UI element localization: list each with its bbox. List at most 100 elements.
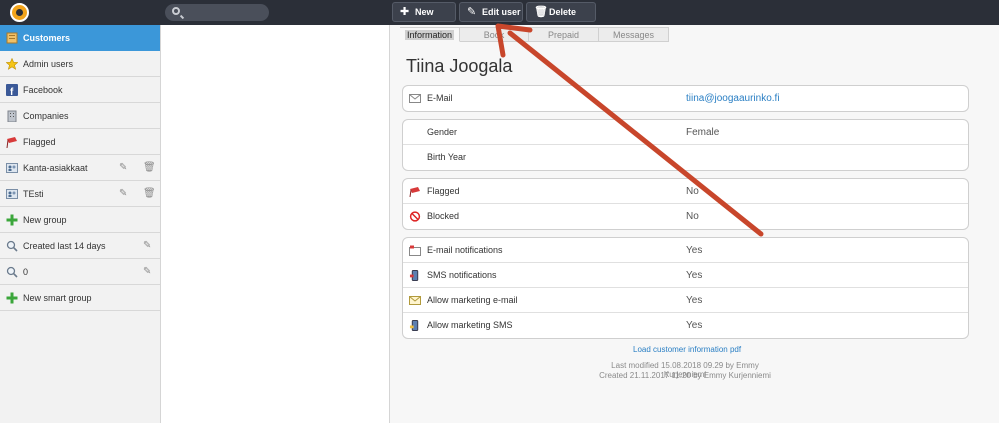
marketing-email-label: Allow marketing e-mail — [427, 295, 518, 305]
sidebar-item-kanta-asiakkaat[interactable]: Kanta-asiakkaat ✎ 🗑 — [0, 155, 160, 181]
tab-label: Messages — [612, 30, 655, 40]
sidebar-item-admin-users[interactable]: Admin users — [0, 51, 160, 77]
status-card: Flagged No Blocked No — [402, 178, 969, 230]
email-notifications-row: E-mail notifications Yes — [403, 238, 968, 263]
sidebar-item-companies[interactable]: Companies — [0, 103, 160, 129]
marketing-email-icon — [409, 296, 421, 305]
sidebar-item-new-group[interactable]: New group — [0, 207, 160, 233]
customer-name: Tiina Joogala — [406, 56, 513, 76]
sidebar-item-label: New group — [23, 215, 67, 225]
building-icon — [7, 110, 17, 122]
group-icon — [6, 189, 18, 199]
sidebar-item-new-smart-group[interactable]: New smart group — [0, 285, 160, 311]
sidebar-item-facebook[interactable]: f Facebook — [0, 77, 160, 103]
sidebar-item-0[interactable]: 0 ✎ — [0, 259, 160, 285]
top-bar: ✚ New user ✎ Edit user 🗑 Delete user — [0, 0, 999, 35]
sidebar-item-label: Customers — [23, 33, 71, 43]
facebook-icon: f — [6, 84, 18, 96]
pencil-icon: ✎ — [467, 6, 477, 18]
load-pdf-link[interactable]: Load customer information pdf — [633, 345, 741, 354]
sms-notifications-label: SMS notifications — [427, 270, 497, 280]
new-user-button[interactable]: ✚ New user — [392, 2, 456, 35]
edit-pencil-icon[interactable]: ✎ — [143, 240, 153, 252]
email-notifications-label: E-mail notifications — [427, 245, 503, 255]
edit-pencil-icon[interactable]: ✎ — [119, 162, 129, 174]
gender-label: Gender — [427, 127, 458, 137]
contact-card: E-Mail tiina@joogaaurinko.fi — [402, 85, 969, 112]
sidebar-item-label: TEsti — [23, 189, 44, 199]
group-icon — [6, 163, 18, 173]
marketing-sms-label: Allow marketing SMS — [427, 320, 513, 330]
tab-prepaid[interactable]: Prepaid — [529, 27, 599, 42]
blocked-value: No — [686, 211, 699, 222]
sidebar-item-customers[interactable]: Customers — [0, 25, 160, 51]
sidebar-item-label: Kanta-asiakkaat — [23, 163, 88, 173]
delete-trash-icon[interactable]: 🗑 — [143, 188, 156, 200]
flagged-label: Flagged — [427, 186, 460, 196]
plus-icon — [6, 292, 18, 304]
gender-value: Female — [686, 127, 720, 138]
email-row: E-Mail tiina@joogaaurinko.fi — [403, 86, 968, 111]
blocked-icon — [409, 211, 421, 222]
tab-information[interactable]: Information — [400, 27, 460, 42]
customer-list-panel — [161, 25, 390, 423]
delete-user-button[interactable]: 🗑 Delete user — [526, 2, 596, 35]
sidebar-item-label: Facebook — [23, 85, 63, 95]
blocked-row: Blocked No — [403, 204, 968, 229]
search-icon — [172, 7, 180, 15]
sidebar-item-label: Admin users — [23, 59, 74, 69]
plus-icon: ✚ — [400, 6, 410, 18]
blocked-label: Blocked — [427, 211, 460, 221]
sidebar: Customers Admin users f Facebook Compani… — [0, 25, 161, 423]
sidebar-item-created-last-14-days[interactable]: Created last 14 days ✎ — [0, 233, 160, 259]
email-label: E-Mail — [427, 93, 453, 103]
marketing-email-row: Allow marketing e-mail Yes — [403, 288, 968, 313]
plus-icon — [6, 214, 18, 226]
marketing-sms-row: Allow marketing SMS Yes — [403, 313, 968, 338]
detail-tabs: Information Book Prepaid Messages — [400, 27, 669, 42]
sidebar-item-label: New smart group — [23, 293, 92, 303]
trash-icon: 🗑 — [534, 6, 548, 18]
tab-label: Prepaid — [547, 30, 580, 40]
envelope-icon — [409, 94, 421, 103]
star-icon — [6, 58, 18, 70]
flag-icon — [409, 187, 420, 197]
birth-year-label: Birth Year — [427, 152, 467, 162]
sidebar-item-label: 0 — [23, 267, 29, 277]
sms-notifications-row: SMS notifications Yes — [403, 263, 968, 288]
tab-label: Information — [404, 30, 455, 40]
sidebar-item-label: Companies — [23, 111, 69, 121]
email-link[interactable]: tiina@joogaaurinko.fi — [686, 86, 780, 111]
magnifier-icon — [6, 266, 18, 278]
email-notifications-value: Yes — [686, 245, 703, 256]
marketing-sms-value: Yes — [686, 320, 703, 331]
app-logo-icon[interactable] — [10, 3, 29, 22]
edit-user-button[interactable]: ✎ Edit user — [459, 2, 523, 22]
tab-messages[interactable]: Messages — [599, 27, 669, 42]
tab-label: Book — [483, 30, 505, 40]
edit-pencil-icon[interactable]: ✎ — [119, 188, 129, 200]
magnifier-icon — [6, 240, 18, 252]
customers-icon — [6, 32, 18, 44]
gender-row: Gender Female — [403, 120, 968, 145]
personal-card: Gender Female Birth Year — [402, 119, 969, 171]
created-text: Created 21.11.2017 11.20 by Emmy Kurjenn… — [599, 371, 771, 380]
sidebar-item-flagged[interactable]: Flagged — [0, 129, 160, 155]
email-notification-icon — [409, 245, 421, 256]
flag-icon — [6, 137, 17, 148]
edit-pencil-icon[interactable]: ✎ — [143, 266, 153, 278]
birth-year-row: Birth Year — [403, 145, 968, 170]
flagged-value: No — [686, 186, 699, 197]
marketing-email-value: Yes — [686, 295, 703, 306]
sidebar-item-testi[interactable]: TEsti ✎ 🗑 — [0, 181, 160, 207]
search-input[interactable] — [165, 4, 269, 21]
sms-notifications-value: Yes — [686, 270, 703, 281]
delete-trash-icon[interactable]: 🗑 — [143, 162, 156, 174]
sms-notification-icon — [409, 270, 419, 281]
sidebar-item-label: Flagged — [23, 137, 56, 147]
flagged-row: Flagged No — [403, 179, 968, 204]
tab-bookings[interactable]: Book — [460, 27, 529, 42]
marketing-sms-icon — [409, 320, 419, 331]
edit-user-label: Edit user — [482, 7, 521, 17]
sidebar-item-label: Created last 14 days — [23, 241, 106, 251]
